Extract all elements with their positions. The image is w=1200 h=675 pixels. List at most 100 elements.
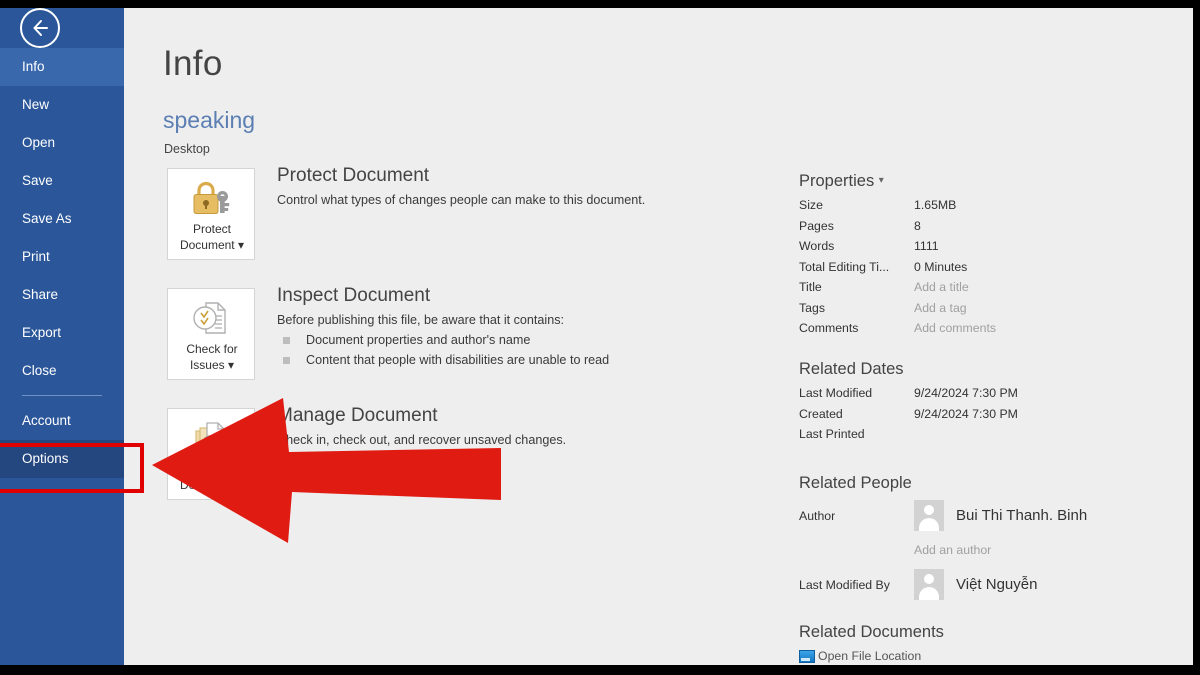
sidebar-item-label: Share [22,287,58,302]
block-title: Inspect Document [277,285,837,307]
chevron-down-icon: ▾ [879,175,884,186]
block-description: Before publishing this file, be aware th… [277,312,837,329]
sidebar-item-open[interactable]: Open [0,124,124,162]
protect-document-button[interactable]: Protect Document ▾ [167,168,255,260]
property-label: Tags [799,301,914,315]
open-file-location-row[interactable]: Open File Location [799,649,1193,663]
date-label: Created [799,407,914,421]
chevron-down-icon: ▾ [228,358,234,372]
caption-line-1: Check for [186,342,237,356]
related-dates-section: Related Dates Last Modified 9/24/2024 7:… [799,360,1193,448]
sidebar-item-label: New [22,97,49,112]
sidebar-item-label: Options [22,451,69,466]
manage-document-block: Manage Document ▾ Manage Document Check … [167,408,847,502]
sidebar-item-label: Print [22,249,50,264]
sidebar-item-save-as[interactable]: Save As [0,200,124,238]
list-item: Content that people with disabilities ar… [277,352,837,369]
author-name: Bui Thi Thanh. Binh [956,507,1087,524]
manage-document-text: Manage Document Check in, check out, and… [277,405,837,449]
backstage-view: Info New Open Save Save As Print [0,8,1193,665]
table-row: Size 1.65MB [799,198,1193,219]
related-dates-heading: Related Dates [799,360,1193,379]
check-for-issues-button-caption: Check for Issues ▾ [168,341,256,373]
sidebar-item-account[interactable]: Account [0,402,124,440]
list-item: Document properties and author's name [277,332,837,349]
sidebar-item-print[interactable]: Print [0,238,124,276]
table-row: Pages 8 [799,219,1193,240]
sidebar-item-info[interactable]: Info [0,48,124,86]
protect-document-text: Protect Document Control what types of c… [277,165,837,209]
author-label: Author [799,509,914,523]
property-value-placeholder[interactable]: Add a title [914,280,969,294]
chevron-down-icon: ▾ [238,238,244,252]
manage-document-button[interactable]: Manage Document ▾ [167,408,255,500]
add-author-link[interactable]: Add an author [914,543,1193,557]
related-documents-section: Related Documents Open File Location [799,623,1193,663]
table-row[interactable]: Comments Add comments [799,321,1193,342]
property-label: Comments [799,321,914,335]
properties-heading[interactable]: Properties ▾ [799,172,1193,191]
sidebar-item-share[interactable]: Share [0,276,124,314]
property-label: Words [799,239,914,253]
chevron-down-icon: ▾ [238,478,244,492]
inspect-document-text: Inspect Document Before publishing this … [277,285,837,369]
sidebar-divider [22,395,102,396]
related-people-section: Related People Author Bui Thi Thanh. Bin… [799,474,1193,600]
sidebar-item-label: Account [22,413,71,428]
table-row: Last Modified 9/24/2024 7:30 PM [799,386,1193,407]
back-arrow-icon[interactable] [20,8,60,48]
document-location: Desktop [164,142,210,156]
sidebar-item-label: Save As [22,211,72,226]
properties-heading-label: Properties [799,172,874,190]
table-row: Words 1111 [799,239,1193,260]
property-value: 1111 [914,239,939,253]
property-label: Total Editing Ti... [799,260,914,274]
sidebar-item-export[interactable]: Export [0,314,124,352]
sidebar-item-close[interactable]: Close [0,352,124,390]
sidebar-item-label: Save [22,173,53,188]
backstage-content: Info speaking Desktop [124,8,1193,665]
page-title: Info [163,44,223,84]
screenshot-root: Info New Open Save Save As Print [0,0,1200,675]
document-versions-icon [168,417,256,459]
property-label: Title [799,280,914,294]
caption-line-2: Issues [190,358,225,372]
date-label: Last Printed [799,427,914,441]
property-label: Pages [799,219,914,233]
bullet-text: Content that people with disabilities ar… [306,352,609,369]
sidebar-item-save[interactable]: Save [0,162,124,200]
bullet-square-icon [283,357,290,364]
block-title: Protect Document [277,165,837,187]
lock-key-icon [168,177,256,219]
caption-line-1: Protect [193,222,231,236]
last-modified-by-name: Việt Nguyễn [956,576,1037,593]
property-value: 8 [914,219,921,233]
property-value-placeholder[interactable]: Add a tag [914,301,967,315]
property-value-placeholder[interactable]: Add comments [914,321,996,335]
document-check-icon [168,297,256,339]
block-title: Manage Document [277,405,837,427]
table-row[interactable]: Title Add a title [799,280,1193,301]
sidebar-item-new[interactable]: New [0,86,124,124]
sidebar-item-options[interactable]: Options [0,440,124,478]
sidebar-item-label: Close [22,363,57,378]
open-file-location-label[interactable]: Open File Location [818,649,921,663]
table-row[interactable]: Tags Add a tag [799,301,1193,322]
document-name[interactable]: speaking [163,107,255,134]
check-for-issues-button[interactable]: Check for Issues ▾ [167,288,255,380]
properties-section: Properties ▾ Size 1.65MB Pages 8 Words 1… [799,172,1193,342]
avatar [914,500,944,531]
property-value: 1.65MB [914,198,956,212]
protect-document-button-caption: Protect Document ▾ [168,221,256,253]
bullet-text: Document properties and author's name [306,332,530,349]
caption-line-1: Manage [190,462,233,476]
avatar [914,569,944,600]
table-row: Total Editing Ti... 0 Minutes [799,260,1193,281]
last-modified-by-label: Last Modified By [799,578,914,592]
date-value: 9/24/2024 7:30 PM [914,407,1018,421]
caption-line-2: Document [180,238,235,252]
table-row: Created 9/24/2024 7:30 PM [799,407,1193,428]
related-people-heading: Related People [799,474,1193,493]
property-label: Size [799,198,914,212]
folder-icon [799,650,815,663]
